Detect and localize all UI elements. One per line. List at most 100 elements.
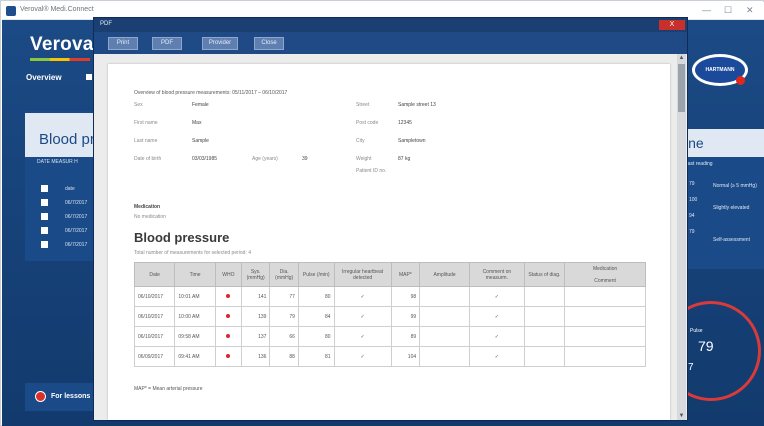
col-medication-sub: Comment bbox=[594, 277, 616, 284]
right-note: Slightly elevated bbox=[713, 205, 750, 211]
field-value: Sample bbox=[192, 138, 209, 144]
report-page: Overview of blood pressure measurements:… bbox=[108, 64, 670, 420]
cell-date: 06/10/2017 bbox=[133, 286, 176, 307]
cell-pulse: 81 bbox=[297, 346, 335, 367]
nav-overview[interactable]: Overview bbox=[26, 73, 62, 82]
medication-text: No medication bbox=[134, 214, 166, 220]
cell-status bbox=[523, 306, 566, 327]
cell-time: 09:41 AM bbox=[174, 346, 216, 367]
cell-irregular: ✓ bbox=[333, 306, 392, 327]
checkbox[interactable] bbox=[41, 199, 48, 206]
list-item[interactable]: 06/7/2017 bbox=[41, 225, 97, 237]
cell-map: 98 bbox=[390, 286, 421, 307]
cell-status bbox=[523, 346, 566, 367]
col-map: MAP* bbox=[390, 262, 421, 287]
field-value: Sample street 13 bbox=[398, 102, 436, 108]
nav-menu-icon[interactable] bbox=[86, 74, 92, 80]
who-indicator-icon bbox=[226, 313, 231, 318]
col-irregular: Irregular heartbeat detected bbox=[333, 262, 392, 287]
dialog-title-bar: PDF X bbox=[94, 18, 687, 32]
vertical-scrollbar[interactable]: ▲ ▼ bbox=[677, 54, 686, 420]
lessons-button-label: For lessons bbox=[51, 393, 91, 400]
cell-date: 06/10/2017 bbox=[133, 306, 176, 327]
field-value: 12345 bbox=[398, 120, 412, 126]
print-button[interactable]: Print bbox=[108, 37, 138, 50]
right-item: 100 bbox=[689, 197, 698, 203]
list-item[interactable]: 06/7/2017 bbox=[41, 239, 97, 251]
field-label: City bbox=[356, 138, 365, 144]
who-indicator-icon bbox=[226, 333, 231, 338]
cell-date: 06/10/2017 bbox=[133, 326, 176, 347]
list-item[interactable]: 06/7/2017 bbox=[41, 211, 97, 223]
close-icon[interactable]: ✕ bbox=[746, 5, 754, 16]
col-medication: Medication Comment bbox=[564, 262, 646, 287]
gauge-label: Pulse bbox=[690, 328, 703, 334]
checkbox[interactable] bbox=[41, 227, 48, 234]
list-item-label: 06/7/2017 bbox=[65, 228, 88, 234]
cell-who bbox=[214, 306, 242, 327]
screenshot-frame: Veroval® Medi.Connect — ☐ ✕ Veroval® HAR… bbox=[0, 0, 764, 426]
cell-amplitude bbox=[419, 286, 471, 307]
field-label: Street bbox=[356, 102, 370, 108]
minimize-icon[interactable]: — bbox=[702, 5, 711, 15]
map-footnote: MAP* = Mean arterial pressure bbox=[134, 386, 203, 392]
lessons-button[interactable]: For lessons bbox=[25, 383, 97, 411]
right-item: 94 bbox=[689, 213, 695, 219]
right-panel-header: ine bbox=[677, 129, 764, 157]
close-button[interactable]: Close bbox=[254, 37, 284, 50]
nav-bar: Overview bbox=[2, 67, 92, 89]
cell-time: 10:01 AM bbox=[174, 286, 216, 307]
list-item[interactable]: 06/7/2017 bbox=[41, 197, 97, 209]
blood-pressure-table: Date Time WHO Sys. (mmHg) Dia. (mmHg) Pu… bbox=[133, 262, 646, 367]
cell-irregular: ✓ bbox=[333, 286, 392, 307]
right-note: Self-assessment bbox=[713, 237, 750, 243]
checkbox[interactable] bbox=[41, 241, 48, 248]
record-icon bbox=[35, 391, 46, 402]
list-item-label: date bbox=[65, 186, 75, 192]
hartmann-cross-icon bbox=[736, 76, 745, 85]
cell-comment: ✓ bbox=[469, 306, 525, 327]
dialog-close-button[interactable]: X bbox=[659, 20, 685, 30]
checkbox[interactable] bbox=[41, 185, 48, 192]
col-comment: Comment on measurm. bbox=[469, 262, 525, 287]
cell-pulse: 80 bbox=[297, 326, 335, 347]
left-panel-columns: DATE MEASUR H bbox=[37, 159, 78, 165]
who-indicator-icon bbox=[226, 293, 231, 298]
col-medication-label: Medication bbox=[592, 265, 618, 272]
cell-amplitude bbox=[419, 346, 471, 367]
maximize-icon[interactable]: ☐ bbox=[724, 5, 732, 16]
table-row: 06/09/2017 09:41 AM 136 88 81 ✓ 104 ✓ bbox=[133, 346, 646, 367]
who-indicator-icon bbox=[226, 353, 231, 358]
cell-time: 09:58 AM bbox=[174, 326, 216, 347]
scroll-thumb[interactable] bbox=[678, 64, 685, 112]
cell-dia: 79 bbox=[269, 306, 299, 327]
table-row: 06/10/2017 09:58 AM 137 66 80 ✓ 89 ✓ bbox=[133, 326, 646, 347]
field-value: 03/03/1985 bbox=[192, 156, 218, 162]
scroll-up-icon[interactable]: ▲ bbox=[677, 54, 686, 62]
pdf-button[interactable]: PDF bbox=[152, 37, 182, 50]
field-value: 39 bbox=[302, 156, 308, 162]
provider-button[interactable]: Provider bbox=[202, 37, 238, 50]
col-time: Time bbox=[174, 262, 216, 287]
gauge-value: 79 bbox=[698, 338, 714, 354]
section-title: Blood pressure bbox=[134, 230, 230, 245]
hartmann-logo: HARTMANN bbox=[692, 54, 748, 86]
field-label: Date of birth bbox=[134, 156, 162, 162]
list-item[interactable]: date bbox=[41, 183, 97, 195]
col-status: Status of diag. bbox=[523, 262, 566, 287]
scroll-down-icon[interactable]: ▼ bbox=[677, 412, 686, 420]
cell-amplitude bbox=[419, 326, 471, 347]
col-who: WHO bbox=[214, 262, 242, 287]
medication-heading: Medication bbox=[134, 204, 161, 210]
field-value: 87 kg bbox=[398, 156, 411, 162]
cell-medication bbox=[564, 326, 646, 347]
checkbox[interactable] bbox=[41, 213, 48, 220]
cell-who bbox=[214, 346, 242, 367]
field-label: Weight bbox=[356, 156, 372, 162]
list-item-label: 06/7/2017 bbox=[65, 200, 88, 206]
cell-date: 06/09/2017 bbox=[133, 346, 176, 367]
field-value: Female bbox=[192, 102, 209, 108]
cell-sys: 139 bbox=[240, 306, 271, 327]
cell-medication bbox=[564, 286, 646, 307]
field-label: Age (years) bbox=[252, 156, 278, 162]
